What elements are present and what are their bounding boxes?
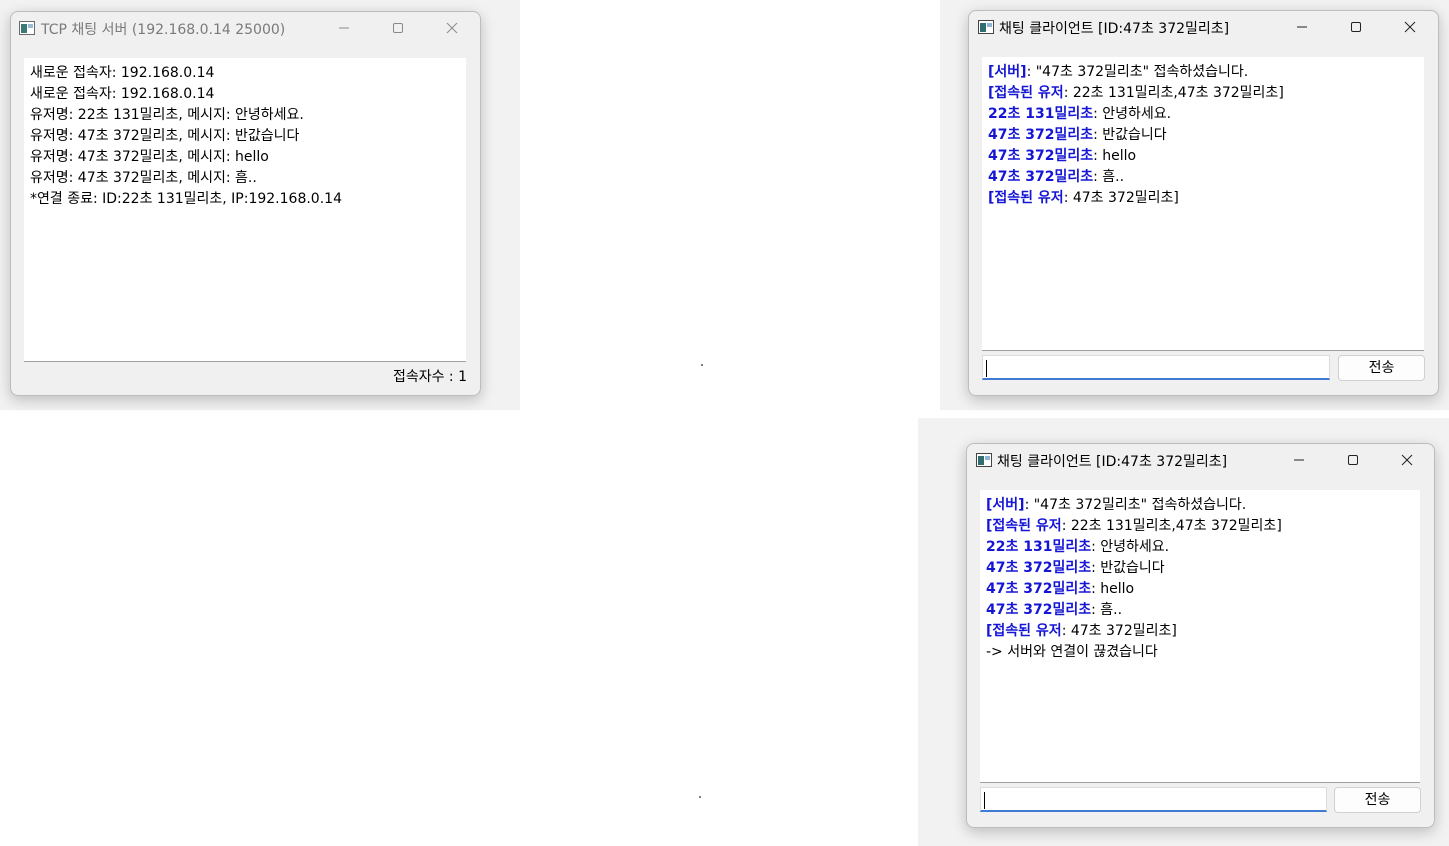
text-caret [986,360,987,377]
maximize-icon [1351,22,1361,32]
connection-count: 접속자수 : 1 [392,369,467,385]
client-window: 채팅 클라이언트 [ID:47초 372밀리초] [서버]: "47초 372밀… [966,443,1435,828]
window-title: 채팅 클라이언트 [ID:47초 372밀리초] [997,454,1228,470]
stray-dot [701,364,703,366]
minimize-icon [1297,26,1307,28]
close-button[interactable] [429,12,475,44]
send-button[interactable]: 전송 [1334,787,1421,813]
log-line: 새로운 접속자: 192.168.0.14 [30,86,215,102]
chat-message: [서버]: "47초 372밀리초" 접속하셨습니다. [988,64,1249,80]
log-line: 유저명: 47초 372밀리초, 메시지: 흠.. [30,170,257,186]
close-icon [1404,21,1416,33]
window-title: TCP 채팅 서버 (192.168.0.14 25000) [41,22,286,38]
client-window: 채팅 클라이언트 [ID:47초 372밀리초] [서버]: "47초 372밀… [968,10,1439,396]
minimize-button[interactable] [321,12,367,44]
window-title: 채팅 클라이언트 [ID:47초 372밀리초] [999,21,1230,37]
close-icon [1401,454,1413,466]
server-window: TCP 채팅 서버 (192.168.0.14 25000) 새로운 접속자: … [10,11,481,396]
chat-message: 47초 372밀리초: hello [986,581,1135,597]
log-line: 유저명: 47초 372밀리초, 메시지: hello [30,149,269,165]
chat-log[interactable]: [서버]: "47초 372밀리초" 접속하셨습니다. [접속된 유저: 22초… [980,490,1420,783]
chat-message: [접속된 유저: 47초 372밀리초] [986,623,1177,639]
chat-message: 47초 372밀리초: 반값습니다 [988,127,1167,143]
close-button[interactable] [1387,11,1433,43]
chat-message: -> 서버와 연결이 끊겼습니다 [986,644,1158,660]
app-icon [19,21,35,35]
minimize-icon [339,27,349,29]
chat-log[interactable]: [서버]: "47초 372밀리초" 접속하셨습니다. [접속된 유저: 22초… [982,57,1424,351]
chat-message: [접속된 유저: 22초 131밀리초,47초 372밀리초] [988,85,1284,101]
title-bar[interactable]: TCP 채팅 서버 (192.168.0.14 25000) [11,12,480,44]
title-bar[interactable]: 채팅 클라이언트 [ID:47초 372밀리초] [969,11,1438,43]
message-input[interactable] [980,787,1327,812]
log-line: 유저명: 22초 131밀리초, 메시지: 안녕하세요. [30,107,304,123]
chat-message: 47초 372밀리초: 반값습니다 [986,560,1165,576]
stray-dot [699,796,701,798]
minimize-icon [1294,459,1304,461]
chat-message: 47초 372밀리초: 흠.. [988,169,1125,185]
log-line: *연결 종료: ID:22초 131밀리초, IP:192.168.0.14 [30,191,342,207]
chat-message: [접속된 유저: 22초 131밀리초,47초 372밀리초] [986,518,1282,534]
chat-message: 47초 372밀리초: 흠.. [986,602,1123,618]
minimize-button[interactable] [1279,11,1325,43]
title-bar[interactable]: 채팅 클라이언트 [ID:47초 372밀리초] [967,444,1434,476]
chat-message: [서버]: "47초 372밀리초" 접속하셨습니다. [986,497,1247,513]
close-icon [446,22,458,34]
chat-message: [접속된 유저: 47초 372밀리초] [988,190,1179,206]
send-button[interactable]: 전송 [1338,355,1425,381]
maximize-icon [1348,455,1358,465]
maximize-button[interactable] [1333,11,1379,43]
chat-message: 22초 131밀리초: 안녕하세요. [986,539,1170,555]
chat-message: 47초 372밀리초: hello [988,148,1137,164]
maximize-button[interactable] [375,12,421,44]
log-line: 새로운 접속자: 192.168.0.14 [30,65,215,81]
text-caret [984,792,985,809]
chat-message: 22초 131밀리초: 안녕하세요. [988,106,1172,122]
app-icon [978,20,994,34]
app-icon [976,453,992,467]
close-button[interactable] [1384,444,1430,476]
server-log[interactable]: 새로운 접속자: 192.168.0.14 새로운 접속자: 192.168.0… [24,58,466,362]
maximize-icon [393,23,403,33]
maximize-button[interactable] [1330,444,1376,476]
minimize-button[interactable] [1276,444,1322,476]
message-input[interactable] [982,355,1330,380]
log-line: 유저명: 47초 372밀리초, 메시지: 반값습니다 [30,128,300,144]
desktop-gap [520,0,940,410]
